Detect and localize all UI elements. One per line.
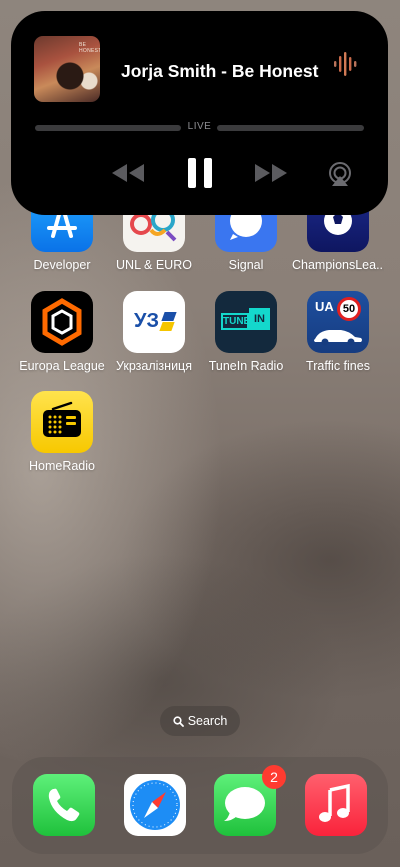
app-label: Traffic fines	[306, 359, 370, 373]
waveform-icon	[334, 52, 357, 76]
live-progress-bar: LIVE	[35, 121, 364, 132]
dock-messages[interactable]: 2	[214, 765, 286, 836]
app-europa-league[interactable]: Europa League	[16, 291, 108, 373]
flag-blue-stripe	[161, 312, 177, 321]
search-icon	[173, 715, 184, 727]
live-label: LIVE	[187, 121, 212, 132]
app-label: Developer	[33, 258, 91, 272]
uz-logo-text: УЗ	[134, 310, 159, 332]
now-playing-title: Jorja Smith - Be Honest (feat. Burna Boy…	[121, 61, 319, 81]
app-label: UNL & EURO	[116, 258, 192, 272]
dock-music[interactable]	[305, 774, 367, 836]
app-tunein-radio[interactable]: TUNE IN TuneIn Radio	[200, 291, 292, 373]
search-button[interactable]: Search	[160, 706, 240, 736]
speed-limit-sign: 50	[337, 297, 361, 321]
app-label: Signal	[228, 258, 264, 272]
airplay-button[interactable]	[325, 159, 355, 189]
app-label: HomeRadio	[28, 459, 95, 473]
notification-badge: 2	[262, 765, 286, 789]
rewind-icon	[112, 164, 144, 182]
music-note-icon	[319, 783, 350, 822]
in-text: IN	[249, 308, 270, 330]
fast-forward-icon	[255, 164, 287, 182]
app-traffic-fines[interactable]: UA 50 Traffic fines	[292, 291, 384, 373]
safari-compass-icon	[130, 780, 180, 830]
ua-text: UA	[315, 299, 334, 314]
dock: 2	[12, 757, 388, 854]
album-art[interactable]: BE HONEST	[34, 36, 100, 102]
now-playing-panel[interactable]: BE HONEST Jorja Smith - Be Honest (feat.…	[11, 11, 388, 215]
pause-icon	[188, 158, 212, 188]
traffic-fines-icon: UA 50	[307, 291, 369, 353]
search-label: Search	[187, 714, 228, 728]
rewind-button[interactable]	[108, 159, 148, 187]
app-label: Укрзалізниця	[116, 359, 192, 373]
album-art-tag: BE HONEST	[79, 42, 100, 54]
tunein-icon: TUNE IN	[215, 291, 277, 353]
now-playing-title-container: Jorja Smith - Be Honest (feat. Burna Boy…	[121, 58, 319, 84]
app-ukrzaliznytsia[interactable]: УЗ Укрзалізниця	[108, 291, 200, 373]
dock-phone[interactable]	[33, 774, 95, 836]
homeradio-icon	[31, 391, 93, 453]
app-label: ChampionsLea...	[292, 258, 384, 272]
fast-forward-button[interactable]	[251, 159, 291, 187]
app-label: Europa League	[19, 359, 105, 373]
tune-text: TUNE	[221, 313, 250, 330]
dock-safari[interactable]	[124, 774, 186, 836]
pause-button[interactable]	[182, 153, 218, 193]
app-label: TuneIn Radio	[208, 359, 284, 373]
ukrzaliznytsia-icon: УЗ	[123, 291, 185, 353]
airplay-icon	[329, 162, 351, 186]
europa-league-icon	[31, 291, 93, 353]
phone-icon	[48, 788, 80, 822]
app-homeradio[interactable]: HomeRadio	[16, 391, 108, 473]
progress-track-right	[217, 125, 364, 131]
flag-yellow-stripe	[159, 322, 175, 331]
car-icon	[314, 330, 362, 346]
progress-track-left	[35, 125, 181, 131]
